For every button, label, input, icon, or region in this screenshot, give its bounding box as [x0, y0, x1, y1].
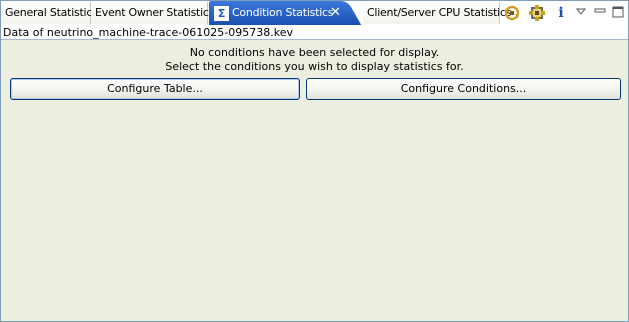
minimize-icon[interactable] [591, 4, 609, 22]
configure-conditions-button[interactable]: Configure Conditions... [306, 78, 621, 100]
close-icon[interactable]: ✕ [330, 2, 341, 24]
tab-condition-statistics[interactable]: Σ Condition Statistics ✕ [209, 1, 362, 26]
sync-icon[interactable] [503, 4, 521, 22]
tab-label: Client/Server CPU Statistics [367, 6, 512, 19]
statistics-view: General Statistics Event Owner Statistic… [0, 0, 629, 322]
tab-event-owner-statistics[interactable]: Event Owner Statistics [91, 2, 214, 24]
maximize-icon[interactable] [609, 4, 627, 22]
tab-label: Event Owner Statistics [95, 6, 215, 19]
tab-client-server-cpu-statistics[interactable]: Client/Server CPU Statistics [363, 2, 512, 24]
no-conditions-message: No conditions have been selected for dis… [189, 46, 440, 59]
info-icon[interactable]: i [552, 4, 570, 22]
select-conditions-message: Select the conditions you wish to displa… [165, 60, 464, 73]
data-source-header: Data of neutrino_machine-trace-061025-09… [1, 25, 628, 40]
content-area: Data of neutrino_machine-trace-061025-09… [1, 25, 628, 321]
configure-table-button[interactable]: Configure Table... [10, 78, 300, 100]
view-menu-icon[interactable] [572, 4, 590, 22]
tab-general-statistics[interactable]: General Statistics [1, 2, 98, 24]
tab-label: General Statistics [5, 6, 98, 19]
gear-icon[interactable] [528, 4, 546, 22]
tab-label: Condition Statistics [232, 6, 334, 19]
sigma-icon: Σ [214, 6, 229, 21]
tab-bar: General Statistics Event Owner Statistic… [1, 1, 628, 26]
